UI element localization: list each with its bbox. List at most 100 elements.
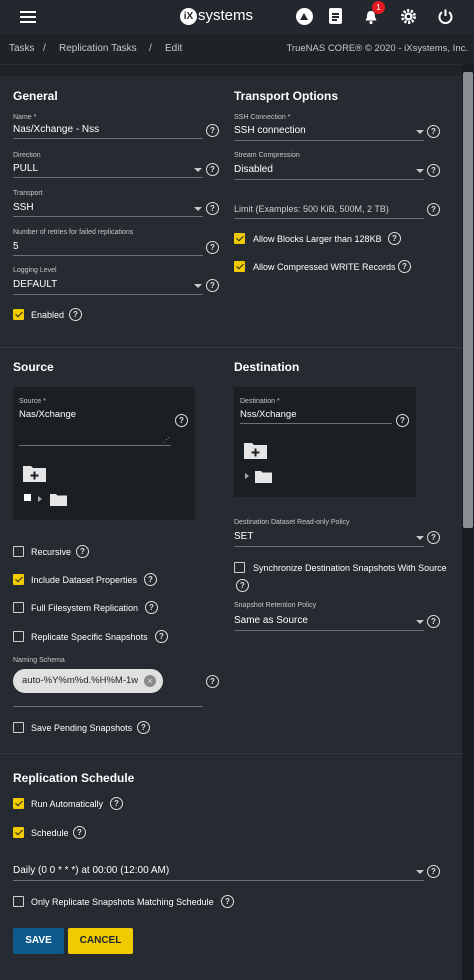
schedule-checkbox[interactable] <box>13 827 24 838</box>
folder-icon <box>255 470 272 483</box>
naming-schema-help-icon[interactable]: ? <box>206 675 219 688</box>
sync-snapshots-label: Synchronize Destination Snapshots With S… <box>253 563 447 573</box>
ssh-help-icon[interactable]: ? <box>427 125 440 138</box>
resize-handle-icon[interactable]: ⋰ <box>163 436 170 444</box>
full-fs-checkbox[interactable] <box>13 602 24 613</box>
name-input[interactable]: Nas/Xchange - Nss <box>13 124 99 135</box>
ssh-connection-label: SSH Connection * <box>234 114 291 121</box>
top-bar: iX systems 1 <box>0 0 474 34</box>
chevron-down-icon[interactable] <box>416 130 424 134</box>
retention-help-icon[interactable]: ? <box>427 615 440 628</box>
compression-select[interactable]: Disabled <box>234 164 273 175</box>
include-props-checkbox[interactable] <box>13 574 24 585</box>
only-matching-checkbox[interactable] <box>13 896 24 907</box>
breadcrumb: Tasks / Replication Tasks / Edit TrueNAS… <box>0 34 474 65</box>
compressed-write-checkbox[interactable] <box>234 261 245 272</box>
schedule-select[interactable]: Daily (0 0 * * *) at 00:00 (12:00 AM) <box>13 865 169 876</box>
large-blocks-help-icon[interactable]: ? <box>388 232 401 245</box>
name-label: Name * <box>13 114 37 121</box>
retries-input[interactable]: 5 <box>13 241 19 252</box>
chevron-down-icon[interactable] <box>416 536 424 540</box>
limit-input[interactable]: Limit (Examples: 500 KiB, 500M, 2 TB) <box>234 204 389 214</box>
retention-label: Snapshot Retention Policy <box>234 602 317 609</box>
save-pending-checkbox[interactable] <box>13 722 24 733</box>
menu-icon[interactable] <box>20 11 36 23</box>
naming-schema-underline <box>13 706 203 707</box>
add-folder-icon[interactable] <box>23 464 46 482</box>
chevron-down-icon[interactable] <box>194 284 202 288</box>
sync-snapshots-help-icon[interactable]: ? <box>236 579 249 592</box>
compression-label: Stream Compression <box>234 152 300 159</box>
chevron-down-icon[interactable] <box>194 168 202 172</box>
replication-form: General Name * Nas/Xchange - Nss ? Direc… <box>0 76 462 980</box>
direction-label: Direction <box>13 152 41 159</box>
transport-help-icon[interactable]: ? <box>206 202 219 215</box>
destination-help-icon[interactable]: ? <box>396 414 409 427</box>
source-help-icon[interactable]: ? <box>175 414 188 427</box>
breadcrumb-tasks[interactable]: Tasks <box>9 43 35 54</box>
gear-icon[interactable] <box>400 8 417 25</box>
cancel-button[interactable]: CANCEL <box>68 928 133 954</box>
sync-snapshots-checkbox[interactable] <box>234 562 245 573</box>
destination-explorer: Destination * Nss/Xchange ? <box>234 387 416 497</box>
full-fs-help-icon[interactable]: ? <box>145 601 158 614</box>
schedule-select-help-icon[interactable]: ? <box>427 865 440 878</box>
specific-snapshots-checkbox[interactable] <box>13 631 24 642</box>
enabled-checkbox[interactable] <box>13 309 24 320</box>
source-input[interactable]: Nas/Xchange <box>19 409 76 420</box>
limit-help-icon[interactable]: ? <box>427 203 440 216</box>
naming-schema-chip[interactable]: auto-%Y%m%d.%H%M-1w × <box>13 669 163 693</box>
specific-snapshots-help-icon[interactable]: ? <box>155 630 168 643</box>
chevron-down-icon[interactable] <box>194 207 202 211</box>
transport-label: Transport <box>13 190 43 197</box>
schedule-heading: Replication Schedule <box>13 771 135 785</box>
only-matching-label: Only Replicate Snapshots Matching Schedu… <box>31 897 214 907</box>
include-props-help-icon[interactable]: ? <box>144 573 157 586</box>
ix-logo: iX systems <box>180 7 270 28</box>
compression-help-icon[interactable]: ? <box>427 164 440 177</box>
readonly-policy-select[interactable]: SET <box>234 531 253 542</box>
expand-arrow-icon[interactable] <box>245 473 249 479</box>
run-automatically-help-icon[interactable]: ? <box>110 797 123 810</box>
schedule-underline <box>13 880 424 881</box>
run-automatically-label: Run Automatically <box>31 799 104 809</box>
readonly-underline <box>234 546 424 547</box>
scrollbar-thumb[interactable] <box>463 72 473 528</box>
expand-arrow-icon[interactable] <box>38 496 42 502</box>
name-help-icon[interactable]: ? <box>206 124 219 137</box>
run-automatically-checkbox[interactable] <box>13 798 24 809</box>
only-matching-help-icon[interactable]: ? <box>221 895 234 908</box>
chevron-down-icon[interactable] <box>416 870 424 874</box>
truecommand-icon[interactable] <box>296 8 313 25</box>
logging-select[interactable]: DEFAULT <box>13 279 57 290</box>
enabled-help-icon[interactable]: ? <box>69 308 82 321</box>
add-folder-icon[interactable] <box>244 441 267 459</box>
schedule-help-icon[interactable]: ? <box>73 826 86 839</box>
compressed-write-help-icon[interactable]: ? <box>398 260 411 273</box>
breadcrumb-separator: / <box>43 43 46 54</box>
large-blocks-checkbox[interactable] <box>234 233 245 244</box>
chevron-down-icon[interactable] <box>416 620 424 624</box>
destination-label: Destination * <box>240 398 280 405</box>
recursive-help-icon[interactable]: ? <box>76 545 89 558</box>
clipboard-icon[interactable] <box>329 8 342 24</box>
save-pending-help-icon[interactable]: ? <box>137 721 150 734</box>
recursive-checkbox[interactable] <box>13 546 24 557</box>
node-checkbox[interactable] <box>24 494 31 501</box>
readonly-help-icon[interactable]: ? <box>427 531 440 544</box>
transport-select[interactable]: SSH <box>13 202 34 213</box>
direction-help-icon[interactable]: ? <box>206 163 219 176</box>
retries-label: Number of retries for failed replication… <box>13 229 134 236</box>
retries-help-icon[interactable]: ? <box>206 241 219 254</box>
destination-input[interactable]: Nss/Xchange <box>240 409 297 420</box>
ssh-connection-select[interactable]: SSH connection <box>234 125 306 136</box>
retention-select[interactable]: Same as Source <box>234 615 308 626</box>
logging-help-icon[interactable]: ? <box>206 279 219 292</box>
direction-select[interactable]: PULL <box>13 163 38 174</box>
chip-remove-icon[interactable]: × <box>144 675 156 687</box>
power-icon[interactable] <box>437 8 454 25</box>
breadcrumb-replication-tasks[interactable]: Replication Tasks <box>59 43 137 54</box>
source-underline <box>19 445 171 446</box>
chevron-down-icon[interactable] <box>416 169 424 173</box>
save-button[interactable]: SAVE <box>13 928 64 954</box>
